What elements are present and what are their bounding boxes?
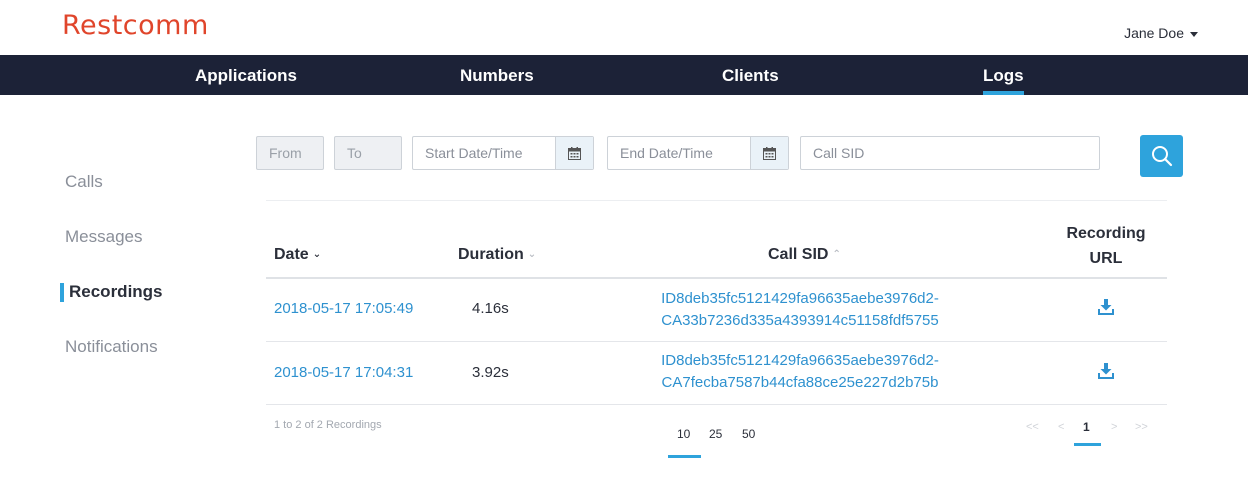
call-sid-link[interactable]: ID8deb35fc5121429fa96635aebe3976d2- CA33… — [620, 288, 980, 332]
table-top-border — [266, 200, 1167, 201]
nav-applications[interactable]: Applications — [195, 66, 297, 86]
nav-logs-label: Logs — [983, 66, 1024, 85]
results-count: 1 to 2 of 2 Recordings — [274, 419, 382, 431]
page-size-25[interactable]: 25 — [709, 427, 722, 441]
duration-column-header[interactable]: Duration ⌄ — [458, 246, 536, 264]
page-size-10[interactable]: 10 — [677, 427, 690, 441]
search-icon — [1151, 146, 1172, 167]
recording-duration: 4.16s — [472, 300, 509, 317]
download-icon — [1098, 299, 1114, 315]
call-sid-line1: ID8deb35fc5121429fa96635aebe3976d2- — [661, 290, 939, 307]
nav-numbers[interactable]: Numbers — [460, 66, 534, 86]
user-menu[interactable]: Jane Doe — [1124, 25, 1198, 41]
calendar-icon — [763, 146, 776, 160]
selected-page-size-indicator — [668, 455, 701, 458]
duration-header-label: Duration — [458, 246, 524, 263]
call-sid-line2: CA7fecba7587b44cfa88ce25e227d2b75b — [661, 374, 939, 391]
calendar-icon — [568, 146, 581, 160]
sort-asc-icon: ⌃ — [832, 249, 841, 261]
recording-date-link[interactable]: 2018-05-17 17:05:49 — [274, 300, 413, 317]
to-button[interactable]: To — [334, 136, 402, 170]
recording-url-header-line2: URL — [1089, 250, 1123, 267]
end-date-field — [607, 136, 789, 170]
from-button[interactable]: From — [256, 136, 324, 170]
table-header-divider — [266, 277, 1167, 279]
restcomm-logo[interactable]: Restcomm — [62, 10, 209, 41]
call-sid-input[interactable] — [800, 136, 1100, 170]
date-header-label: Date — [274, 246, 309, 263]
first-page-button[interactable]: << — [1026, 421, 1039, 433]
active-nav-indicator — [983, 91, 1024, 95]
start-date-input[interactable] — [413, 137, 555, 169]
prev-page-button[interactable]: < — [1058, 421, 1064, 433]
top-header: Restcomm Jane Doe — [0, 0, 1248, 55]
call-sid-column-header[interactable]: Call SID ⌃ — [768, 246, 841, 264]
download-recording-button[interactable] — [1097, 362, 1115, 380]
sort-desc-icon: ⌄ — [527, 249, 537, 261]
recording-date-link[interactable]: 2018-05-17 17:04:31 — [274, 364, 413, 381]
download-recording-button[interactable] — [1097, 298, 1115, 316]
end-date-input[interactable] — [608, 137, 750, 169]
row-divider — [266, 404, 1167, 405]
user-name: Jane Doe — [1124, 25, 1184, 41]
start-date-field — [412, 136, 594, 170]
caret-down-icon — [1190, 31, 1198, 37]
nav-clients[interactable]: Clients — [722, 66, 779, 86]
sidebar-item-recordings[interactable]: Recordings — [69, 282, 163, 302]
nav-logs[interactable]: Logs — [983, 66, 1024, 95]
call-sid-line1: ID8deb35fc5121429fa96635aebe3976d2- — [661, 352, 939, 369]
recording-duration: 3.92s — [472, 364, 509, 381]
current-page-button[interactable]: 1 — [1083, 420, 1090, 434]
sidebar-item-calls[interactable]: Calls — [65, 172, 103, 192]
recording-url-header-line1: Recording — [1066, 225, 1146, 242]
sort-desc-icon: ⌄ — [312, 249, 322, 261]
next-page-button[interactable]: > — [1111, 421, 1117, 433]
last-page-button[interactable]: >> — [1135, 421, 1148, 433]
call-sid-line2: CA33b7236d335a4393914c51158fdf5755 — [661, 312, 939, 329]
download-icon — [1098, 363, 1114, 379]
sidebar-item-messages[interactable]: Messages — [65, 227, 142, 247]
sidebar-item-notifications[interactable]: Notifications — [65, 337, 158, 357]
current-page-indicator — [1074, 443, 1101, 446]
active-sidebar-indicator — [60, 283, 64, 302]
date-column-header[interactable]: Date ⌄ — [274, 246, 321, 264]
start-calendar-button[interactable] — [555, 137, 593, 169]
page-size-50[interactable]: 50 — [742, 427, 755, 441]
row-divider — [266, 341, 1167, 342]
call-sid-header-label: Call SID — [768, 246, 829, 263]
call-sid-link[interactable]: ID8deb35fc5121429fa96635aebe3976d2- CA7f… — [620, 350, 980, 394]
recording-url-column-header: Recording URL — [1056, 221, 1156, 271]
end-calendar-button[interactable] — [750, 137, 788, 169]
search-button[interactable] — [1140, 135, 1183, 177]
main-nav: Applications Numbers Clients Logs — [0, 55, 1248, 95]
